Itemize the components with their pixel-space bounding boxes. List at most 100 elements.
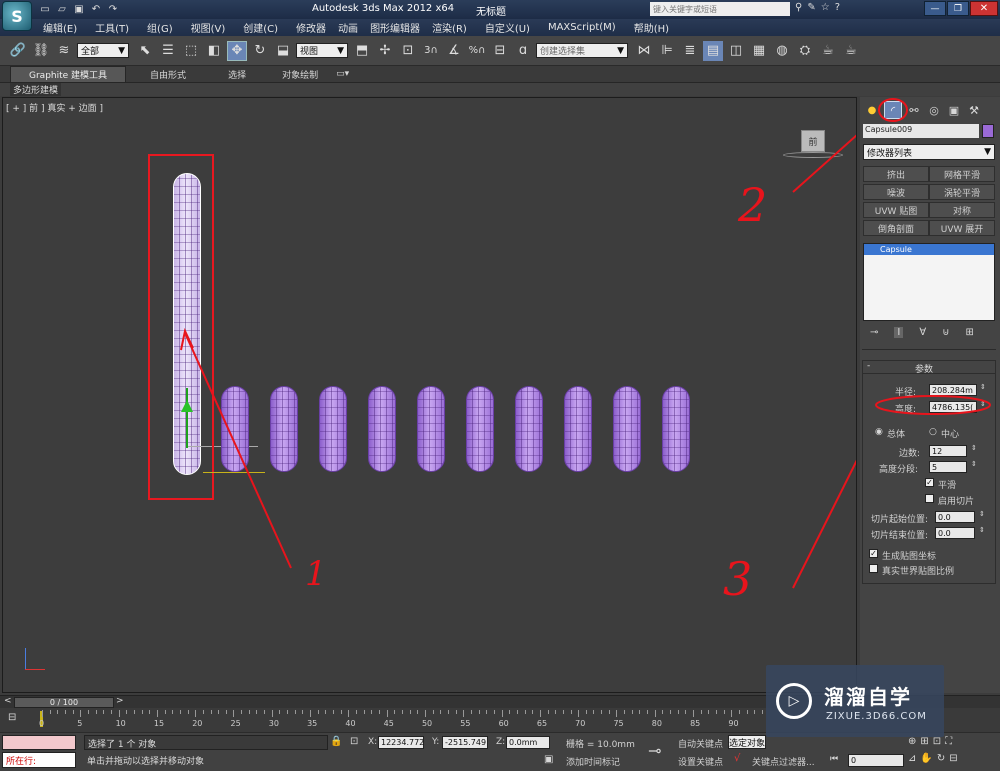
curve-editor-icon[interactable]: ◫ bbox=[726, 41, 746, 61]
snap-3d-icon[interactable]: 3∩ bbox=[421, 41, 441, 61]
polygon-modeling-label[interactable]: 多边形建模 bbox=[10, 83, 62, 96]
app-logo-icon[interactable]: S bbox=[2, 1, 32, 31]
menu-maxscript[interactable]: MAXScript(M) bbox=[548, 22, 616, 33]
modifier-list-dropdown[interactable]: 修改器列表 ▼ bbox=[863, 144, 995, 160]
maximize-viewport-icon[interactable]: ⛶ bbox=[945, 736, 952, 747]
sides-spinner[interactable]: ⇕ bbox=[971, 444, 977, 452]
rectangle-selection-icon[interactable]: ⬚ bbox=[181, 41, 201, 61]
smooth-checkbox[interactable]: ✓ bbox=[925, 478, 934, 487]
add-time-tag[interactable]: 添加时间标记 bbox=[566, 755, 620, 768]
graphite-toggle-icon[interactable]: ▤ bbox=[703, 40, 723, 61]
window-crossing-icon[interactable]: ◧ bbox=[204, 41, 224, 61]
new-file-icon[interactable]: ▭ bbox=[38, 2, 52, 16]
binoculars-icon[interactable]: ⚲ bbox=[795, 2, 802, 13]
symmetry-button[interactable]: 对称 bbox=[929, 202, 995, 218]
communication-icon[interactable]: ☆ bbox=[821, 2, 830, 13]
link-icon[interactable]: 🔗 bbox=[8, 41, 28, 61]
keyboard-shortcut-icon[interactable]: ⊡ bbox=[398, 41, 418, 61]
undo-icon[interactable]: ↶ bbox=[89, 2, 103, 16]
tab-selection[interactable]: 选择 bbox=[210, 67, 264, 82]
center-radio[interactable]: ○ bbox=[929, 427, 937, 437]
extrude-button[interactable]: 挤出 bbox=[863, 166, 929, 182]
next-frame-icon[interactable]: > bbox=[116, 696, 124, 706]
menu-tools[interactable]: 工具(T) bbox=[95, 20, 129, 35]
slice-from-spinner[interactable]: ⇕ bbox=[979, 510, 985, 518]
collapse-icon[interactable]: - bbox=[867, 361, 870, 371]
motion-tab-icon[interactable]: ◎ bbox=[926, 102, 942, 118]
pan-icon[interactable]: ✋ bbox=[920, 753, 932, 764]
menu-rendering[interactable]: 渲染(R) bbox=[432, 20, 467, 35]
maxscript-listener[interactable] bbox=[2, 735, 76, 750]
slice-from-input[interactable]: 0.0 bbox=[935, 511, 975, 523]
remove-modifier-icon[interactable]: ⊍ bbox=[942, 327, 949, 338]
orbit-icon[interactable]: ↻ bbox=[937, 753, 945, 764]
mini-curve-editor-icon[interactable]: ⊟ bbox=[8, 712, 24, 724]
sides-input[interactable]: 12 bbox=[929, 445, 967, 457]
height-segments-spinner[interactable]: ⇕ bbox=[971, 460, 977, 468]
select-by-name-icon[interactable]: ☰ bbox=[158, 41, 178, 61]
menu-edit[interactable]: 编辑(E) bbox=[43, 20, 77, 35]
ref-coord-dropdown[interactable]: 视图 ▼ bbox=[296, 43, 348, 58]
ribbon-options-icon[interactable]: ▭▾ bbox=[336, 69, 349, 79]
named-selection-dropdown[interactable]: 创建选择集 ▼ bbox=[536, 43, 628, 58]
select-rotate-icon[interactable]: ↻ bbox=[250, 41, 270, 61]
render-setup-icon[interactable]: ⛭ bbox=[795, 41, 815, 61]
goto-start-icon[interactable]: ⏮ bbox=[830, 754, 838, 764]
display-tab-icon[interactable]: ▣ bbox=[946, 102, 962, 118]
slice-to-spinner[interactable]: ⇕ bbox=[979, 526, 985, 534]
max-toggle-icon[interactable]: ⊟ bbox=[949, 753, 957, 764]
select-manipulate-icon[interactable]: ✢ bbox=[375, 41, 395, 61]
unlink-icon[interactable]: ⛓ bbox=[31, 41, 51, 61]
bevel-profile-button[interactable]: 倒角剖面 bbox=[863, 220, 929, 236]
tab-freeform[interactable]: 自由形式 bbox=[126, 67, 210, 82]
maxscript-mini[interactable]: 所在行: bbox=[2, 752, 76, 768]
prev-frame-icon[interactable]: < bbox=[4, 696, 12, 706]
bind-space-warp-icon[interactable]: ≋ bbox=[54, 41, 74, 61]
redo-icon[interactable]: ↷ bbox=[106, 2, 120, 16]
tab-object-paint[interactable]: 对象绘制 bbox=[264, 67, 336, 82]
open-file-icon[interactable]: ▱ bbox=[55, 2, 69, 16]
object-color-swatch[interactable] bbox=[982, 124, 994, 138]
field-of-view-icon[interactable]: ⊿ bbox=[908, 753, 916, 764]
schematic-view-icon[interactable]: ▦ bbox=[749, 41, 769, 61]
minimize-icon[interactable]: — bbox=[924, 1, 946, 16]
menu-animation[interactable]: 动画 bbox=[338, 20, 358, 35]
front-viewport[interactable]: [ + ] 前 ] 真实 + 边面 ] 前 1 2 3 bbox=[2, 97, 857, 693]
modifier-stack[interactable]: Capsule bbox=[863, 243, 995, 321]
menu-group[interactable]: 组(G) bbox=[147, 20, 173, 35]
unwrap-uvw-button[interactable]: UVW 展开 bbox=[929, 220, 995, 236]
noise-button[interactable]: 噪波 bbox=[863, 184, 929, 200]
render-production-icon[interactable]: ☕ bbox=[841, 41, 861, 61]
layer-manager-icon[interactable]: ≣ bbox=[680, 41, 700, 61]
pin-stack-icon[interactable]: ⊸ bbox=[870, 327, 878, 338]
stack-item-capsule[interactable]: Capsule bbox=[864, 244, 994, 255]
mirror-icon[interactable]: ⋈ bbox=[634, 41, 654, 61]
maximize-icon[interactable]: ❐ bbox=[947, 1, 969, 16]
zoom-all-icon[interactable]: ⊞ bbox=[920, 736, 928, 747]
menu-create[interactable]: 创建(C) bbox=[243, 20, 278, 35]
uvw-map-button[interactable]: UVW 贴图 bbox=[863, 202, 929, 218]
transform-mode-icon[interactable]: ⊡ bbox=[350, 736, 358, 747]
help-icon[interactable]: ? bbox=[835, 2, 840, 13]
rollout-header[interactable]: - 参数 bbox=[863, 361, 995, 375]
current-frame-input[interactable]: 0 bbox=[848, 754, 904, 767]
menu-modifiers[interactable]: 修改器 bbox=[296, 20, 326, 35]
menu-graph-editors[interactable]: 图形编辑器 bbox=[370, 20, 420, 35]
x-coord-input[interactable]: 12234.772 bbox=[378, 736, 424, 749]
angle-snap-icon[interactable]: ∡ bbox=[444, 41, 464, 61]
select-object-icon[interactable]: ⬉ bbox=[135, 41, 155, 61]
set-key-button[interactable]: 设置关键点 bbox=[678, 755, 723, 768]
gen-map-coords-checkbox[interactable]: ✓ bbox=[869, 549, 878, 558]
meshsmooth-button[interactable]: 网格平滑 bbox=[929, 166, 995, 182]
close-icon[interactable]: ✕ bbox=[970, 1, 998, 16]
make-unique-icon[interactable]: ∀ bbox=[919, 327, 926, 338]
save-file-icon[interactable]: ▣ bbox=[72, 2, 86, 16]
align-icon[interactable]: ⊫ bbox=[657, 41, 677, 61]
time-slider-thumb[interactable]: 0 / 100 bbox=[14, 697, 114, 708]
zoom-extents-icon[interactable]: ⊡ bbox=[933, 736, 941, 747]
select-move-icon[interactable]: ✥ bbox=[227, 40, 247, 61]
configure-sets-icon[interactable]: ⊞ bbox=[966, 327, 974, 338]
slice-on-checkbox[interactable] bbox=[925, 494, 934, 503]
key-mode-dropdown[interactable]: 选定对象 bbox=[728, 735, 766, 749]
zoom-icon[interactable]: ⊕ bbox=[908, 736, 916, 747]
